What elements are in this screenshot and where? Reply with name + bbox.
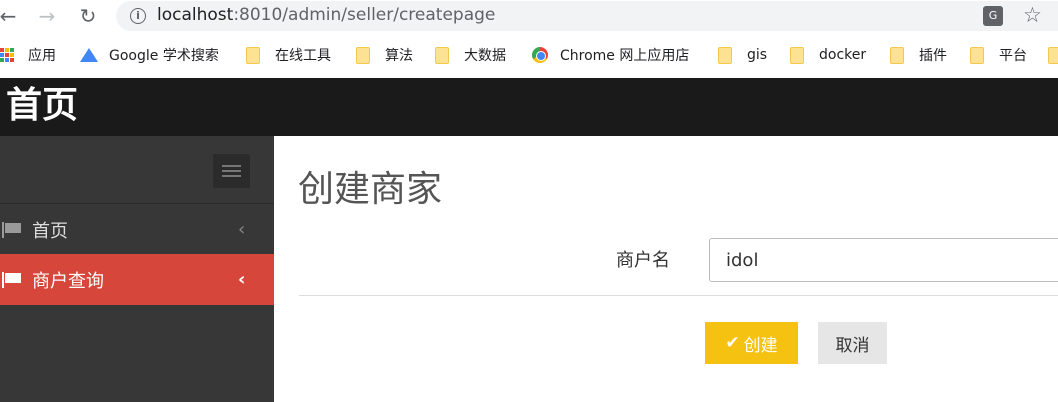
folder-icon: [246, 46, 260, 64]
info-icon[interactable]: i: [130, 8, 146, 24]
bookmark-star-icon[interactable]: ☆: [1023, 3, 1042, 27]
sidebar: 首页 ‹ 商户查询 ‹: [0, 136, 274, 402]
bookmark-label: 平台: [999, 48, 1027, 64]
create-button[interactable]: ✔ 创建: [705, 322, 798, 364]
chevron-left-icon: ‹: [238, 219, 246, 240]
folder-icon: [890, 46, 904, 64]
url-text[interactable]: localhost:8010/admin/seller/createpage: [157, 5, 495, 25]
folder-icon: [970, 46, 984, 64]
flag-icon: [2, 221, 22, 238]
bookmark-docker[interactable]: docker: [790, 45, 866, 65]
bookmark-label: Chrome 网上应用店: [560, 48, 690, 64]
folder-icon: [790, 46, 804, 64]
sidebar-item-merchant-query[interactable]: 商户查询 ‹: [0, 254, 274, 305]
bookmark-label: gis: [747, 47, 768, 63]
sidebar-item-home[interactable]: 首页 ‹: [0, 204, 274, 255]
bookmark-label: 算法: [385, 48, 413, 64]
reload-icon[interactable]: ↻: [76, 4, 100, 28]
cancel-button[interactable]: 取消: [818, 322, 887, 364]
bookmark-google-scholar[interactable]: Google 学术搜索: [80, 45, 219, 65]
bookmark-apps[interactable]: 应用: [0, 45, 56, 65]
sidebar-toggle-button[interactable]: [213, 154, 250, 188]
url-host: localhost: [157, 5, 234, 25]
browser-toolbar: ← → ↻ i localhost:8010/admin/seller/crea…: [0, 0, 1058, 32]
google-scholar-icon: [80, 48, 98, 62]
bookmark-label: 在线工具: [275, 48, 331, 64]
folder-icon: [718, 46, 732, 64]
merchant-name-input[interactable]: [709, 238, 1058, 282]
back-icon[interactable]: ←: [0, 4, 20, 28]
translate-icon[interactable]: G: [983, 6, 1003, 26]
bookmark-label: Google 学术搜索: [109, 48, 219, 64]
brand-link[interactable]: 首页: [6, 83, 78, 129]
bookmark-label: docker: [819, 47, 867, 63]
sidebar-item-label: 首页: [32, 220, 68, 242]
bookmark-chrome-store[interactable]: Chrome 网上应用店: [532, 45, 689, 65]
folder-icon: [1048, 46, 1058, 64]
flag-icon: [2, 271, 22, 288]
folder-icon: [356, 46, 370, 64]
bookmark-platform[interactable]: 平台: [970, 45, 1027, 65]
chevron-left-icon: ‹: [238, 269, 246, 290]
apps-grid-icon: [0, 48, 14, 62]
bookmark-label: 大数据: [464, 48, 506, 64]
bookmark-gis[interactable]: gis: [718, 45, 767, 65]
bookmark-big-data[interactable]: 大数据: [435, 45, 506, 65]
bookmark-online-tools[interactable]: 在线工具: [246, 45, 331, 65]
sidebar-item-label: 商户查询: [32, 270, 104, 292]
bookmark-label: 插件: [919, 48, 947, 64]
page-title: 创建商家: [298, 169, 443, 210]
merchant-name-label: 商户名: [616, 250, 670, 271]
sidebar-toggle-area: [0, 136, 274, 204]
address-bar[interactable]: i localhost:8010/admin/seller/createpage…: [116, 1, 1058, 31]
bookmark-label: 应用: [28, 48, 56, 64]
url-path: :8010/admin/seller/createpage: [233, 5, 496, 25]
bookmarks-bar: 应用 Google 学术搜索 在线工具 算法 大数据 Chrome 网上应用店 …: [0, 32, 1058, 78]
main-content: 创建商家 商户名 ✔ 创建 取消: [274, 136, 1058, 402]
bookmark-overflow[interactable]: [1048, 45, 1058, 65]
forward-icon[interactable]: →: [35, 4, 59, 28]
form-divider: [299, 295, 1058, 296]
app-header: 首页: [0, 78, 1058, 136]
check-icon: ✔: [725, 333, 740, 353]
folder-icon: [435, 46, 449, 64]
bookmark-plugins[interactable]: 插件: [890, 45, 947, 65]
bookmark-algorithms[interactable]: 算法: [356, 45, 413, 65]
create-button-label: 创建: [743, 335, 778, 356]
chrome-icon: [532, 47, 548, 63]
